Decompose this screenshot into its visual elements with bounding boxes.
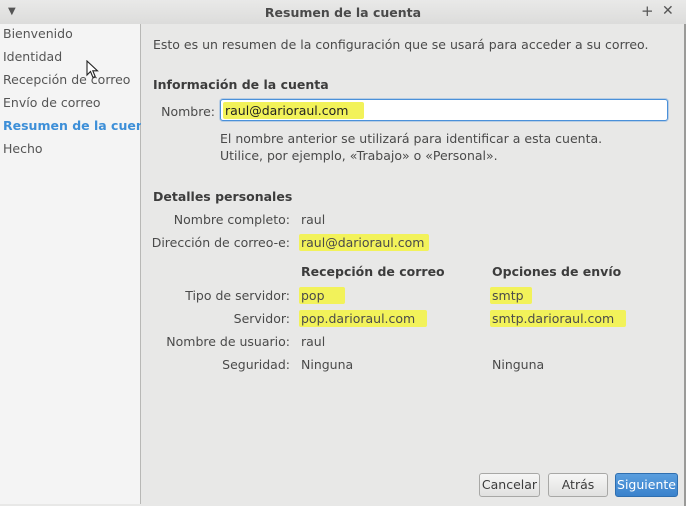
next-button[interactable]: Siguiente bbox=[615, 473, 678, 497]
incoming-server-value: pop.darioraul.com bbox=[299, 310, 428, 327]
account-name-value: raul@darioraul.com bbox=[223, 102, 365, 119]
sidebar-item-identidad: Identidad bbox=[3, 49, 63, 64]
title-bar: ▼ Resumen de la cuenta + ✕ bbox=[0, 0, 686, 25]
fullname-label: Nombre completo: bbox=[173, 212, 290, 227]
personal-details-heading: Detalles personales bbox=[153, 189, 293, 204]
outgoing-server-wrap: smtp.darioraul.com bbox=[490, 310, 627, 327]
username-value: raul bbox=[301, 334, 326, 349]
cancel-button[interactable]: Cancelar bbox=[479, 473, 540, 497]
account-name-input[interactable]: raul@darioraul.com bbox=[220, 99, 668, 121]
account-info-heading: Información de la cuenta bbox=[153, 77, 329, 92]
security-label: Seguridad: bbox=[222, 357, 290, 372]
incoming-type-value: pop bbox=[299, 287, 345, 304]
incoming-security-value: Ninguna bbox=[301, 357, 354, 372]
summary-panel: Esto es un resumen de la configuración q… bbox=[141, 24, 686, 506]
sidebar-item-hecho: Hecho bbox=[3, 141, 43, 156]
server-label: Servidor: bbox=[233, 311, 290, 326]
outgoing-type-wrap: smtp bbox=[490, 287, 532, 304]
fullname-value: raul bbox=[301, 212, 326, 227]
email-value-wrap: raul@darioraul.com bbox=[299, 234, 430, 251]
outgoing-type-value: smtp bbox=[490, 287, 532, 304]
outgoing-security-value: Ninguna bbox=[492, 357, 545, 372]
maximize-icon[interactable]: + bbox=[641, 2, 654, 20]
sidebar-item-resumen: Resumen de la cuenta bbox=[3, 118, 160, 133]
name-hint-line2: Utilice, por ejemplo, «Trabajo» o «Perso… bbox=[220, 148, 498, 163]
incoming-type-wrap: pop bbox=[299, 287, 345, 304]
assistant-window: ▼ Resumen de la cuenta + ✕ Bienvenido Id… bbox=[0, 0, 686, 506]
sidebar-item-bienvenido: Bienvenido bbox=[3, 26, 73, 41]
close-icon[interactable]: ✕ bbox=[662, 3, 674, 19]
email-value: raul@darioraul.com bbox=[299, 234, 430, 251]
mouse-cursor-icon bbox=[86, 60, 99, 79]
sidebar-item-recepcion: Recepción de correo bbox=[3, 72, 131, 87]
incoming-server-wrap: pop.darioraul.com bbox=[299, 310, 428, 327]
intro-text: Esto es un resumen de la configuración q… bbox=[153, 37, 649, 52]
outgoing-server-value: smtp.darioraul.com bbox=[490, 310, 627, 327]
email-label: Dirección de correo-e: bbox=[151, 235, 290, 250]
name-label: Nombre: bbox=[161, 104, 215, 119]
window-title: Resumen de la cuenta bbox=[264, 5, 422, 20]
outgoing-heading: Opciones de envío bbox=[492, 264, 622, 279]
back-button[interactable]: Atrás bbox=[548, 473, 608, 497]
steps-sidebar: Bienvenido Identidad Recepción de correo… bbox=[0, 24, 159, 504]
incoming-heading: Recepción de correo bbox=[301, 264, 445, 279]
server-type-label: Tipo de servidor: bbox=[185, 288, 290, 303]
sidebar-item-envio: Envío de correo bbox=[3, 95, 101, 110]
name-hint-line1: El nombre anterior se utilizará para ide… bbox=[220, 131, 603, 146]
username-label: Nombre de usuario: bbox=[166, 334, 290, 349]
